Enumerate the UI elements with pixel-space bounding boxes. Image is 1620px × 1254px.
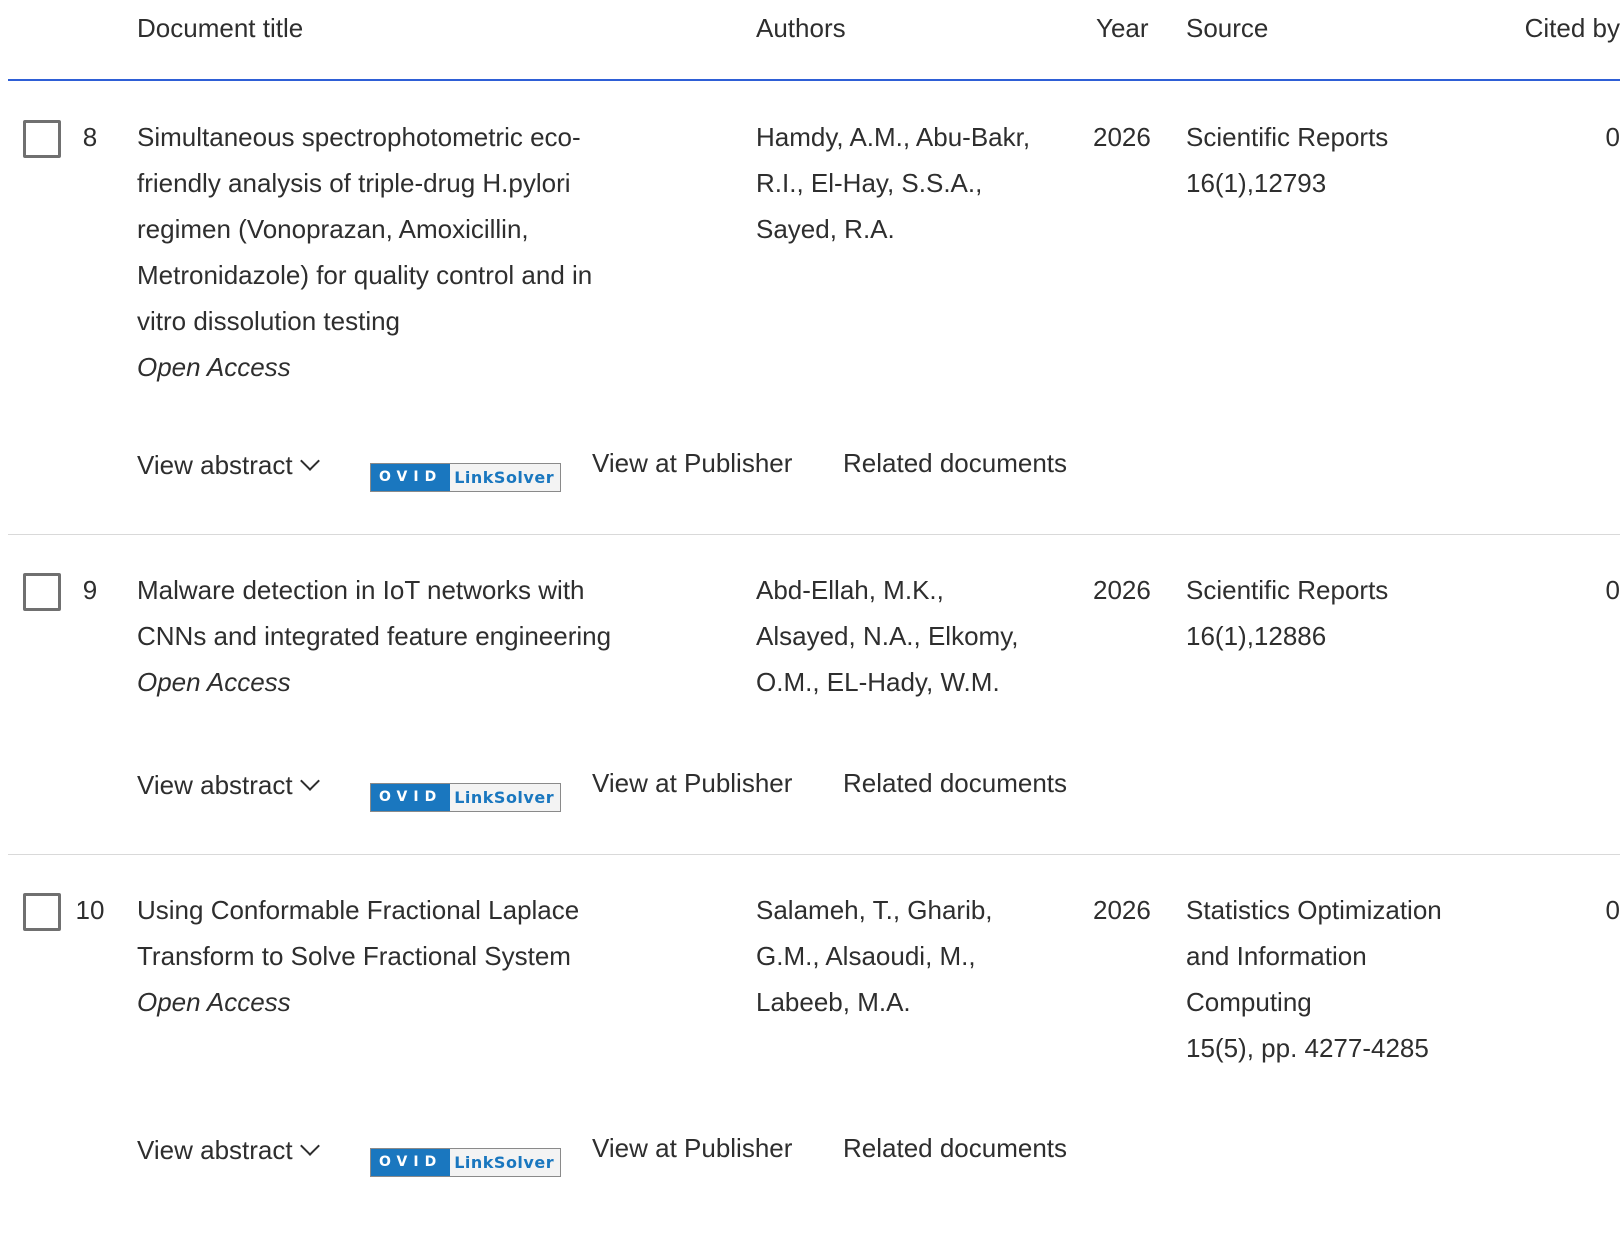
open-access-label: Open Access bbox=[137, 667, 291, 697]
ovid-logo-text: OVID bbox=[371, 784, 451, 811]
row-actions: View abstract OVID LinkSolver View at Pub… bbox=[137, 440, 1137, 492]
author-line[interactable]: Hamdy, A.M., Abu-Bakr, bbox=[756, 114, 1076, 160]
title-line: Metronidazole) for quality control and i… bbox=[137, 260, 593, 290]
column-header-year[interactable]: Year bbox=[1096, 8, 1149, 48]
document-title-link[interactable]: Using Conformable Fractional Laplace Tra… bbox=[137, 887, 697, 979]
ovid-logo-text: OVID bbox=[371, 1149, 451, 1176]
row-divider bbox=[8, 854, 1620, 855]
row-number: 9 bbox=[82, 575, 98, 605]
title-line: CNNs and integrated feature engineering bbox=[137, 621, 612, 651]
source-title-link[interactable]: and Information bbox=[1186, 933, 1506, 979]
authors-cell: Hamdy, A.M., Abu-Bakr, R.I., El-Hay, S.S… bbox=[756, 114, 1076, 252]
view-at-publisher-link[interactable]: View at Publisher bbox=[592, 440, 792, 486]
source-volume: 15(5), pp. 4277-4285 bbox=[1186, 1033, 1429, 1063]
ovid-logo-text: OVID bbox=[371, 464, 451, 491]
column-header-source[interactable]: Source bbox=[1186, 8, 1268, 48]
source-volume: 16(1),12886 bbox=[1186, 621, 1327, 651]
title-line: Transform to Solve Fractional System bbox=[137, 941, 571, 971]
document-title-link[interactable]: Malware detection in IoT networks with C… bbox=[137, 567, 697, 659]
ovid-linksolver-logo: OVID LinkSolver bbox=[370, 783, 562, 812]
linksolver-logo-text: LinkSolver bbox=[454, 468, 555, 487]
ovid-linksolver-logo: OVID LinkSolver bbox=[370, 463, 562, 492]
title-line: Malware detection in IoT networks with bbox=[137, 575, 585, 605]
linksolver-logo-text: LinkSolver bbox=[454, 788, 555, 807]
ovid-linksolver-logo: OVID LinkSolver bbox=[370, 1148, 562, 1177]
related-documents-link[interactable]: Related documents bbox=[843, 440, 1067, 486]
column-header-cited-by[interactable]: Cited by bbox=[1525, 8, 1620, 48]
document-title-cell: Using Conformable Fractional Laplace Tra… bbox=[137, 887, 697, 1025]
authors-cell: Abd-Ellah, M.K., Alsayed, N.A., Elkomy, … bbox=[756, 567, 1076, 705]
title-line: friendly analysis of triple-drug H.pylor… bbox=[137, 168, 571, 198]
chevron-down-icon bbox=[299, 451, 320, 471]
linksolver-logo-text: LinkSolver bbox=[454, 1153, 555, 1172]
results-table-header: Document title Authors Year Source Cited… bbox=[0, 0, 1620, 80]
author-line[interactable]: R.I., El-Hay, S.S.A., bbox=[756, 160, 1076, 206]
view-abstract-label: View abstract bbox=[137, 1135, 293, 1165]
view-abstract-label: View abstract bbox=[137, 770, 293, 800]
source-title-link[interactable]: Scientific Reports bbox=[1186, 114, 1506, 160]
source-cell: Statistics Optimization and Information … bbox=[1186, 887, 1506, 1071]
row-select-checkbox[interactable] bbox=[23, 573, 61, 611]
source-title-link[interactable]: Statistics Optimization bbox=[1186, 887, 1506, 933]
ovid-linksolver-button[interactable]: OVID LinkSolver bbox=[370, 769, 562, 815]
row-actions: View abstract OVID LinkSolver View at Pub… bbox=[137, 760, 1137, 812]
title-line: Simultaneous spectrophotometric eco- bbox=[137, 122, 581, 152]
document-title-cell: Malware detection in IoT networks with C… bbox=[137, 567, 697, 705]
column-header-authors[interactable]: Authors bbox=[756, 8, 846, 48]
ovid-linksolver-button[interactable]: OVID LinkSolver bbox=[370, 1134, 562, 1180]
related-documents-link[interactable]: Related documents bbox=[843, 1125, 1067, 1171]
title-line: regimen (Vonoprazan, Amoxicillin, bbox=[137, 214, 529, 244]
row-select-checkbox[interactable] bbox=[23, 893, 61, 931]
header-divider bbox=[8, 79, 1620, 81]
year-cell: 2026 bbox=[1093, 122, 1151, 152]
cited-by-count[interactable]: 0 bbox=[1560, 114, 1620, 160]
view-at-publisher-link[interactable]: View at Publisher bbox=[592, 1125, 792, 1171]
view-abstract-toggle[interactable]: View abstract bbox=[137, 1127, 320, 1173]
title-line: vitro dissolution testing bbox=[137, 306, 401, 336]
view-abstract-toggle[interactable]: View abstract bbox=[137, 762, 320, 808]
row-divider bbox=[8, 534, 1620, 535]
ovid-linksolver-button[interactable]: OVID LinkSolver bbox=[370, 449, 562, 495]
open-access-label: Open Access bbox=[137, 987, 291, 1017]
view-abstract-toggle[interactable]: View abstract bbox=[137, 442, 320, 488]
source-cell: Scientific Reports 16(1),12886 bbox=[1186, 567, 1506, 659]
chevron-down-icon bbox=[299, 771, 320, 791]
author-line[interactable]: Alsayed, N.A., Elkomy, bbox=[756, 613, 1076, 659]
row-actions: View abstract OVID LinkSolver View at Pub… bbox=[137, 1125, 1137, 1177]
view-at-publisher-link[interactable]: View at Publisher bbox=[592, 760, 792, 806]
document-title-link[interactable]: Simultaneous spectrophotometric eco- fri… bbox=[137, 114, 697, 344]
open-access-label: Open Access bbox=[137, 352, 291, 382]
title-line: Using Conformable Fractional Laplace bbox=[137, 895, 580, 925]
author-line[interactable]: Salameh, T., Gharib, bbox=[756, 887, 1076, 933]
row-number: 8 bbox=[82, 122, 98, 152]
cited-by-count[interactable]: 0 bbox=[1560, 567, 1620, 613]
source-cell: Scientific Reports 16(1),12793 bbox=[1186, 114, 1506, 206]
row-number: 10 bbox=[75, 895, 105, 925]
related-documents-link[interactable]: Related documents bbox=[843, 760, 1067, 806]
view-abstract-label: View abstract bbox=[137, 450, 293, 480]
author-line[interactable]: G.M., Alsaoudi, M., bbox=[756, 933, 1076, 979]
year-cell: 2026 bbox=[1093, 895, 1151, 925]
year-cell: 2026 bbox=[1093, 575, 1151, 605]
source-title-link[interactable]: Scientific Reports bbox=[1186, 567, 1506, 613]
row-select-checkbox[interactable] bbox=[23, 120, 61, 158]
document-title-cell: Simultaneous spectrophotometric eco- fri… bbox=[137, 114, 697, 390]
author-line[interactable]: O.M., EL-Hady, W.M. bbox=[756, 659, 1076, 705]
column-header-document-title[interactable]: Document title bbox=[137, 8, 303, 48]
chevron-down-icon bbox=[299, 1136, 320, 1156]
cited-by-count[interactable]: 0 bbox=[1560, 887, 1620, 933]
author-line[interactable]: Sayed, R.A. bbox=[756, 206, 1076, 252]
authors-cell: Salameh, T., Gharib, G.M., Alsaoudi, M.,… bbox=[756, 887, 1076, 1025]
source-title-link[interactable]: Computing bbox=[1186, 979, 1506, 1025]
author-line[interactable]: Labeeb, M.A. bbox=[756, 979, 1076, 1025]
author-line[interactable]: Abd-Ellah, M.K., bbox=[756, 567, 1076, 613]
source-volume: 16(1),12793 bbox=[1186, 168, 1327, 198]
